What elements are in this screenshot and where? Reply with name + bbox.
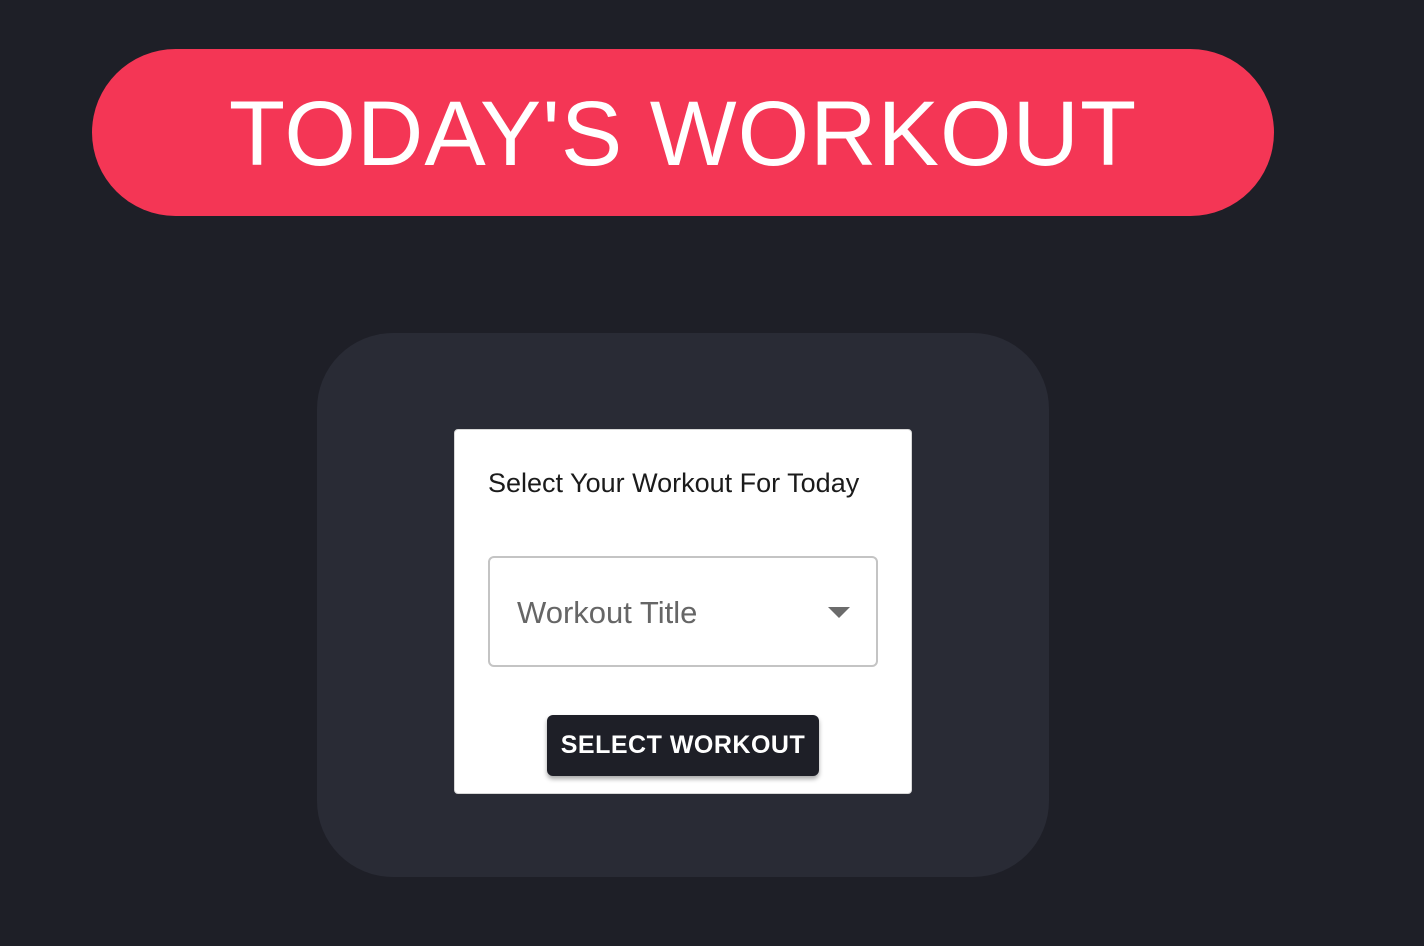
workout-select-label: Select Your Workout For Today [488, 468, 860, 498]
page-title: TODAY'S WORKOUT [228, 82, 1138, 185]
title-banner: TODAY'S WORKOUT [92, 49, 1274, 216]
workout-title-placeholder: Workout Title [517, 595, 698, 630]
app-page: TODAY'S WORKOUT Select Your Workout For … [0, 0, 1424, 946]
triangle-down-icon [828, 607, 850, 618]
select-workout-button[interactable]: SELECT WORKOUT [547, 715, 819, 776]
workout-title-select[interactable]: Workout Title [488, 556, 878, 667]
workout-selection-card: Select Your Workout For Today Workout Ti… [454, 429, 912, 794]
